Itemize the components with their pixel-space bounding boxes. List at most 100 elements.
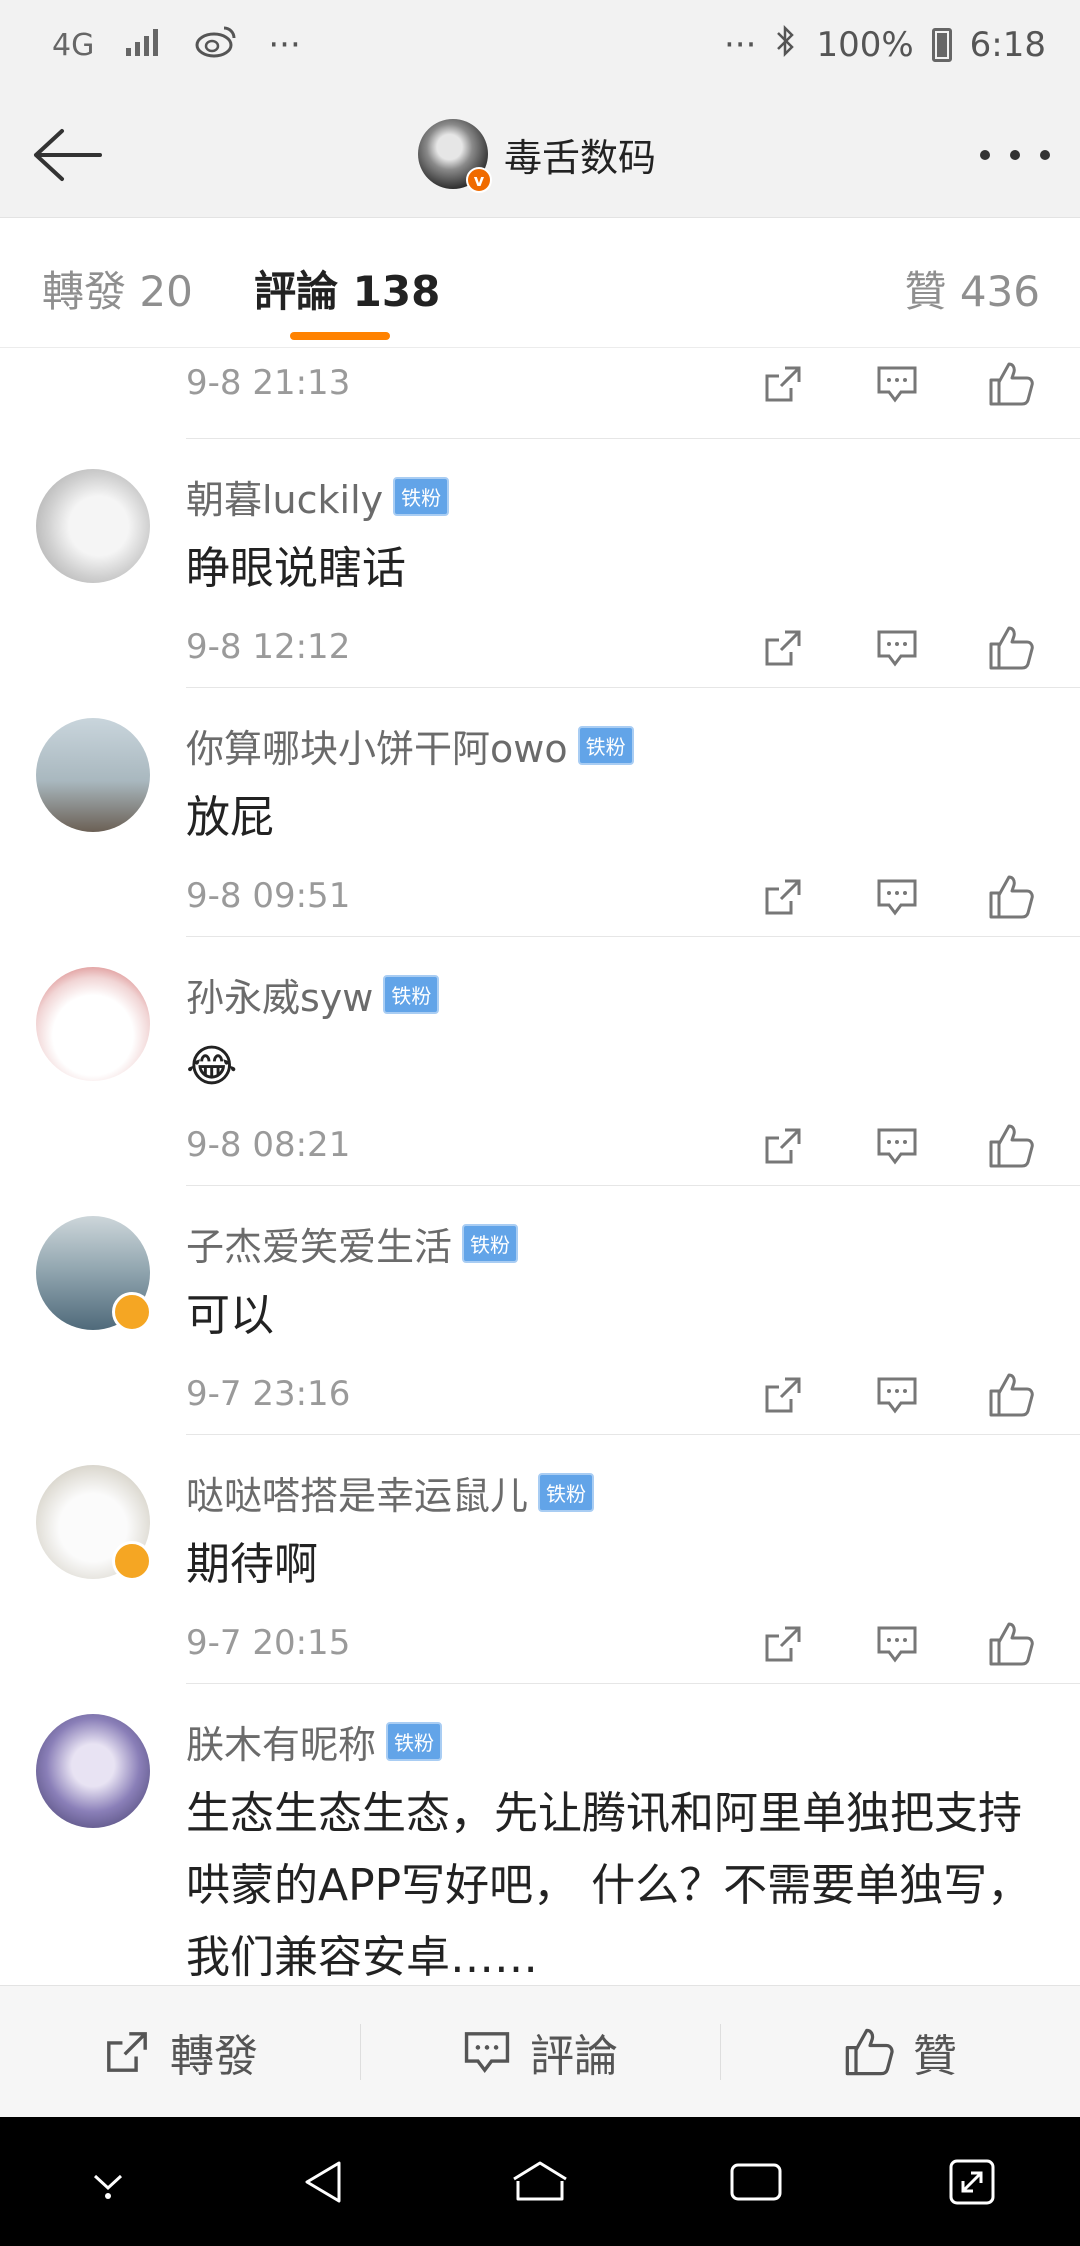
comment-actions <box>758 359 1036 409</box>
comment-header: 朕木有昵称 铁粉 <box>186 1714 443 1769</box>
chevron-down-icon <box>93 2174 123 2199</box>
comment-actions <box>758 1121 1036 1171</box>
commenter-name[interactable]: 子杰爱笑爱生活 <box>186 1216 452 1271</box>
comment-button[interactable]: 評論 <box>360 1986 720 2117</box>
nav-back-button[interactable] <box>289 2147 359 2217</box>
tab-forward[interactable]: 轉發 20 <box>42 258 193 319</box>
like-icon <box>845 2028 894 2075</box>
commenter-name[interactable]: 朕木有昵称 <box>186 1714 376 1769</box>
comment-header: 朝暮luckily 铁粉 <box>186 469 450 524</box>
reply-icon[interactable] <box>872 1121 922 1171</box>
share-icon[interactable] <box>758 1370 808 1420</box>
nav-hide-button[interactable] <box>73 2147 143 2217</box>
comment-time: 9-7 20:15 <box>186 1623 351 1663</box>
nav-home-button[interactable] <box>505 2147 575 2217</box>
like-icon[interactable] <box>986 1121 1036 1171</box>
more-dot-icon <box>1040 150 1050 160</box>
avatar[interactable] <box>36 718 150 832</box>
status-bar: 4G ··· ··· 100% 6:18 <box>0 0 1080 90</box>
comment-text: 睁眼说瞎话 <box>186 543 406 594</box>
like-label: 贊 <box>913 2030 957 2082</box>
verified-badge: v <box>466 167 492 193</box>
system-nav-bar <box>0 2117 1080 2246</box>
commenter-name[interactable]: 朝暮luckily <box>186 469 383 524</box>
more-button[interactable] <box>980 130 1050 180</box>
header: v 毒舌数码 <box>0 90 1080 218</box>
share-icon[interactable] <box>758 359 808 409</box>
comment-text: 期待啊 <box>186 1539 318 1590</box>
comment-actions <box>758 1370 1036 1420</box>
expand-icon <box>949 2159 995 2204</box>
comment-time: 9-7 23:16 <box>186 1374 351 1414</box>
like-button[interactable]: 贊 <box>720 1986 1080 2117</box>
more-dot-icon <box>1010 150 1020 160</box>
status-right: ··· 100% 6:18 <box>724 23 1046 68</box>
fan-badge: 铁粉 <box>538 1473 595 1512</box>
comment-text: 可以 <box>186 1290 274 1341</box>
avatar[interactable] <box>36 1465 152 1581</box>
status-dots-right: ··· <box>724 25 757 65</box>
like-icon[interactable] <box>986 872 1036 922</box>
share-icon[interactable] <box>758 872 808 922</box>
share-icon[interactable] <box>758 623 808 673</box>
recents-icon <box>730 2163 782 2200</box>
verified-badge-icon <box>112 1541 152 1581</box>
comment-actions <box>758 623 1036 673</box>
battery-icon <box>931 28 952 62</box>
reply-icon[interactable] <box>872 623 922 673</box>
tab-likes[interactable]: 贊 436 <box>904 258 1040 319</box>
verified-badge-icon <box>112 1292 152 1332</box>
reply-icon[interactable] <box>872 872 922 922</box>
network-type: 4G <box>52 27 95 63</box>
commenter-name[interactable]: 哒哒嗒搭是幸运鼠儿 <box>186 1465 528 1520</box>
avatar[interactable] <box>36 469 150 583</box>
comment-header: 子杰爱笑爱生活 铁粉 <box>186 1216 519 1271</box>
comment-text: 😂 <box>186 1041 238 1092</box>
active-tab-indicator <box>290 332 390 340</box>
header-avatar[interactable]: v <box>418 119 492 193</box>
commenter-name[interactable]: 孙永威syw <box>186 967 373 1022</box>
back-triangle-icon <box>305 2161 341 2202</box>
bluetooth-icon <box>774 23 798 68</box>
fan-badge: 铁粉 <box>462 1224 519 1263</box>
forward-button[interactable]: 轉發 <box>0 1986 360 2117</box>
comment-time: 9-8 09:51 <box>186 876 351 916</box>
back-button[interactable] <box>26 120 106 190</box>
comment-list: 9-8 21:13 朝暮luckily 铁粉 睁眼说瞎话 9-8 12:12 你… <box>0 349 1080 1985</box>
comment-actions <box>758 872 1036 922</box>
avatar[interactable] <box>36 1714 150 1828</box>
commenter-name[interactable]: 你算哪块小饼干阿owo <box>186 718 568 773</box>
fan-badge: 铁粉 <box>393 477 450 516</box>
fan-badge: 铁粉 <box>577 726 634 765</box>
like-icon[interactable] <box>986 623 1036 673</box>
reply-icon[interactable] <box>872 359 922 409</box>
comment-item: 朝暮luckily 铁粉 睁眼说瞎话 9-8 12:12 <box>36 439 1080 688</box>
like-icon[interactable] <box>986 1619 1036 1669</box>
comment-text: 放屁 <box>186 792 274 843</box>
comment-item: 哒哒嗒搭是幸运鼠儿 铁粉 期待啊 9-7 20:15 <box>36 1435 1080 1684</box>
forward-label: 轉發 <box>170 2030 258 2082</box>
clock: 6:18 <box>969 25 1046 65</box>
avatar[interactable] <box>36 967 150 1081</box>
comment-header: 哒哒嗒搭是幸运鼠儿 铁粉 <box>186 1465 595 1520</box>
tab-comments[interactable]: 評論 138 <box>254 258 440 319</box>
tab-bar: 轉發 20 評論 138 贊 436 <box>0 218 1080 348</box>
status-left: 4G ··· <box>52 24 301 67</box>
comment-item: 朕木有昵称 铁粉 生态生态生态，先让腾讯和阿里单独把支持哄蒙的APP写好吧， 什… <box>36 1684 1080 1985</box>
bottom-action-bar: 轉發 評論 贊 <box>0 1985 1080 2117</box>
share-icon[interactable] <box>758 1619 808 1669</box>
avatar[interactable] <box>36 1216 152 1332</box>
nav-expand-button[interactable] <box>937 2147 1007 2217</box>
more-dot-icon <box>980 150 990 160</box>
nav-recents-button[interactable] <box>721 2147 791 2217</box>
header-user[interactable]: v 毒舌数码 <box>418 116 657 193</box>
like-icon[interactable] <box>986 359 1036 409</box>
reply-icon[interactable] <box>872 1370 922 1420</box>
reply-icon[interactable] <box>872 1619 922 1669</box>
page-title: 毒舌数码 <box>504 135 657 180</box>
comment-label: 評論 <box>530 2030 618 2082</box>
weibo-icon <box>194 24 238 67</box>
like-icon[interactable] <box>986 1370 1036 1420</box>
comment-time: 9-8 12:12 <box>186 627 351 667</box>
share-icon[interactable] <box>758 1121 808 1171</box>
